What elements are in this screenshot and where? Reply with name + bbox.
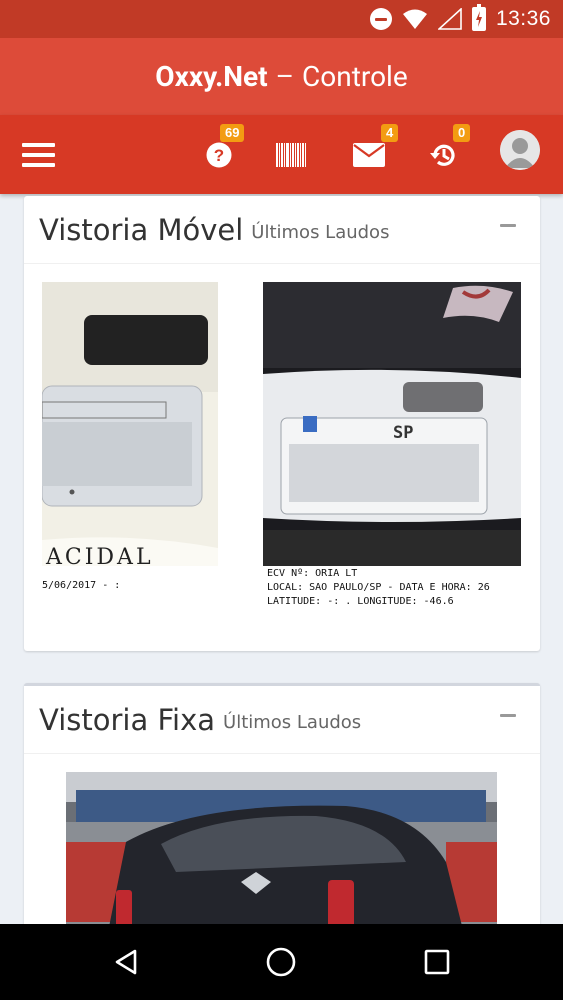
home-button[interactable] bbox=[241, 924, 321, 1000]
user-avatar-icon bbox=[500, 130, 540, 170]
inspection-photo[interactable] bbox=[66, 772, 497, 924]
recents-button[interactable] bbox=[397, 924, 477, 1000]
status-bar: 13:36 bbox=[0, 0, 563, 38]
help-badge: 69 bbox=[220, 124, 245, 142]
app-subtitle: Controle bbox=[302, 60, 408, 93]
photo-caption: LOCAL: SAO PAULO/SP - DATA E HORA: 26 bbox=[267, 582, 490, 593]
app-title-bar: Oxxy.Net – Controle bbox=[0, 38, 563, 115]
content-area[interactable]: Vistoria Móvel Últimos Laudos ACIDAL 5/0… bbox=[0, 194, 563, 924]
partial-text: ACIDAL bbox=[45, 545, 154, 566]
messages-button[interactable]: 4 bbox=[349, 115, 399, 194]
box-title: Vistoria Móvel bbox=[39, 212, 244, 247]
menu-icon[interactable] bbox=[18, 115, 58, 194]
photo-caption: 5/06/2017 - : bbox=[42, 580, 121, 591]
photo-rear-plate: ACIDAL bbox=[42, 282, 218, 566]
box-subtitle: Últimos Laudos bbox=[223, 712, 362, 733]
photo-caption: LATITUDE: -: . LONGITUDE: -46.6 bbox=[267, 596, 454, 607]
app-brand: Oxxy.Net bbox=[155, 60, 268, 93]
home-icon bbox=[266, 947, 296, 977]
photo-caption: ECV Nº: ORIA LT bbox=[267, 568, 358, 579]
photo-car-garage bbox=[66, 772, 497, 924]
inspection-photo[interactable]: SP bbox=[263, 282, 521, 566]
navigation-bar bbox=[0, 924, 563, 1000]
history-badge: 0 bbox=[453, 124, 471, 142]
collapse-button[interactable] bbox=[500, 224, 516, 227]
vistoria-movel-box: Vistoria Móvel Últimos Laudos ACIDAL 5/0… bbox=[24, 196, 540, 651]
back-button[interactable] bbox=[86, 924, 166, 1000]
box-header: Vistoria Fixa Últimos Laudos bbox=[24, 686, 540, 754]
photo-rear-plate: SP bbox=[263, 282, 521, 566]
barcode-icon bbox=[276, 142, 306, 167]
box-title: Vistoria Fixa bbox=[39, 702, 216, 737]
barcode-button[interactable] bbox=[272, 115, 310, 194]
recents-icon bbox=[424, 949, 450, 975]
history-icon bbox=[430, 144, 455, 166]
toolbar: ? 69 4 0 bbox=[0, 115, 563, 194]
help-icon: ? bbox=[206, 142, 232, 167]
history-button[interactable]: 0 bbox=[423, 115, 471, 194]
svg-text:?: ? bbox=[214, 146, 224, 165]
collapse-button[interactable] bbox=[500, 714, 516, 717]
avatar[interactable] bbox=[500, 130, 540, 170]
title-separator: – bbox=[275, 60, 295, 93]
signal-icon bbox=[437, 8, 462, 30]
wifi-icon bbox=[402, 9, 427, 29]
mail-icon bbox=[353, 142, 385, 167]
vistoria-fixa-box: Vistoria Fixa Últimos Laudos bbox=[24, 683, 540, 924]
box-header: Vistoria Móvel Últimos Laudos bbox=[24, 196, 540, 264]
do-not-disturb-icon bbox=[369, 8, 392, 30]
back-icon bbox=[115, 949, 137, 975]
help-button[interactable]: ? 69 bbox=[197, 115, 245, 194]
status-time: 13:36 bbox=[495, 7, 551, 30]
messages-badge: 4 bbox=[381, 124, 399, 142]
battery-charging-icon bbox=[471, 4, 486, 31]
plate-text: SP bbox=[393, 423, 413, 443]
box-subtitle: Últimos Laudos bbox=[251, 222, 390, 243]
inspection-photo[interactable]: ACIDAL bbox=[42, 282, 218, 566]
